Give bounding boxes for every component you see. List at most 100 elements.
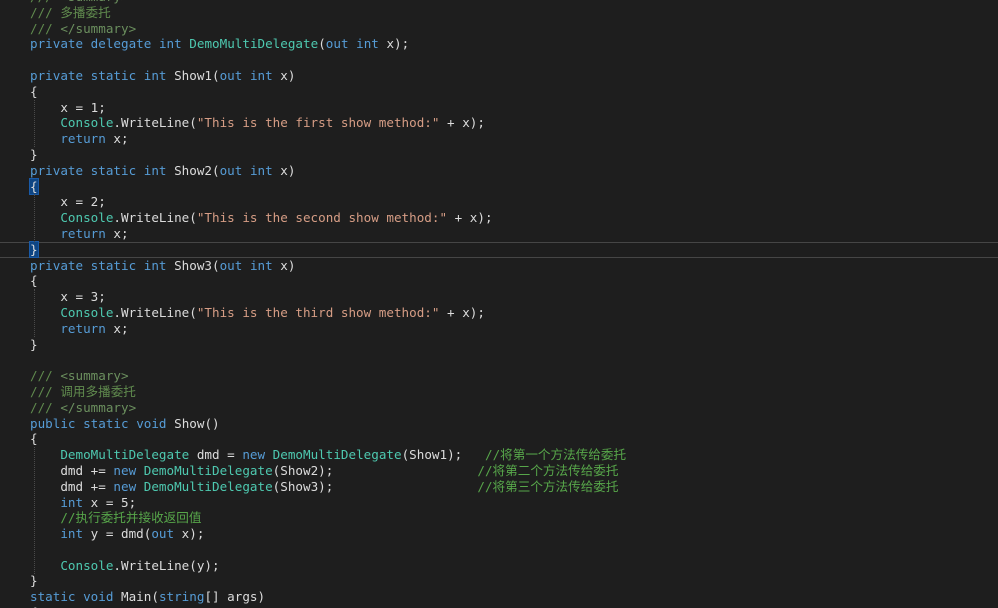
code-token: new <box>242 447 266 463</box>
code-editor[interactable]: /// <summary>/// 多播委托/// </summary>priva… <box>0 0 998 608</box>
code-line[interactable]: /// 调用多播委托 <box>0 384 998 400</box>
code-line[interactable]: x = 1; <box>0 100 998 116</box>
code-token: private <box>30 257 84 273</box>
code-line[interactable]: private static int Show1(out int x) <box>0 68 998 84</box>
code-line[interactable]: private static int Show2(out int x) <box>0 163 998 179</box>
code-line[interactable]: { <box>0 273 998 289</box>
code-token: { <box>30 83 38 99</box>
code-token: Show3( <box>166 257 220 273</box>
code-line[interactable]: dmd += new DemoMultiDelegate(Show3); //将… <box>0 479 998 495</box>
code-line[interactable]: private delegate int DemoMultiDelegate(o… <box>0 36 998 52</box>
code-token: out <box>219 162 243 178</box>
code-token: <summary> <box>60 368 129 384</box>
code-token: .WriteLine( <box>113 115 197 131</box>
code-line[interactable]: private static int Show3(out int x) <box>0 258 998 274</box>
code-line[interactable]: DemoMultiDelegate dmd = new DemoMultiDel… <box>0 447 998 463</box>
code-token: int <box>249 67 273 83</box>
code-token: { <box>30 273 38 289</box>
code-token: .WriteLine(y); <box>113 557 220 573</box>
code-token: dmd = <box>189 447 243 463</box>
code-line[interactable]: { <box>0 84 998 100</box>
code-token: string <box>158 589 205 605</box>
code-token: x = 2; <box>30 194 106 210</box>
code-line[interactable]: ​ <box>0 352 998 368</box>
code-token: int <box>356 36 379 52</box>
code-line[interactable]: } <box>0 240 998 258</box>
code-line[interactable]: /// </summary> <box>0 21 998 37</box>
code-token: Console <box>60 210 114 226</box>
code-token: static <box>30 589 76 605</box>
code-token: (Show2); <box>272 462 478 478</box>
indent-guide <box>34 194 36 242</box>
code-token: DemoMultiDelegate <box>60 447 190 463</box>
code-token: private <box>30 36 84 52</box>
code-token: + x); <box>447 210 493 226</box>
code-line[interactable]: Console.WriteLine("This is the third sho… <box>0 305 998 321</box>
code-token: .WriteLine( <box>113 210 197 226</box>
code-token: x) <box>272 257 296 273</box>
code-line[interactable]: x = 2; <box>0 194 998 210</box>
code-line[interactable]: Console.WriteLine(y); <box>0 558 998 574</box>
code-token: static <box>83 415 129 431</box>
code-token: Console <box>60 115 114 131</box>
code-token: } <box>30 573 38 589</box>
code-token: Show() <box>166 415 220 431</box>
code-line[interactable]: } <box>0 147 998 163</box>
code-token: /// 调用多播委托 <box>30 383 136 399</box>
code-line[interactable]: Console.WriteLine("This is the second sh… <box>0 210 998 226</box>
code-token: Main( <box>113 589 159 605</box>
code-token: Show1( <box>166 67 220 83</box>
code-line[interactable]: { <box>0 177 998 195</box>
code-line[interactable]: int x = 5; <box>0 495 998 511</box>
code-token: (Show1); <box>401 447 485 463</box>
code-line[interactable]: ​ <box>0 542 998 558</box>
code-token: /// <box>30 20 61 36</box>
code-line[interactable]: } <box>0 573 998 589</box>
code-line[interactable]: dmd += new DemoMultiDelegate(Show2); //将… <box>0 463 998 479</box>
code-line[interactable]: return x; <box>0 226 998 242</box>
code-line[interactable]: return x; <box>0 321 998 337</box>
code-line[interactable]: return x; <box>0 131 998 147</box>
code-line[interactable]: x = 3; <box>0 289 998 305</box>
code-token: out <box>219 67 243 83</box>
code-token: int <box>249 162 273 178</box>
code-token: return <box>60 225 106 241</box>
code-token: int <box>143 162 167 178</box>
code-line[interactable]: } <box>0 337 998 353</box>
code-token: out <box>325 36 349 52</box>
code-token: x); <box>174 526 205 542</box>
code-token: x) <box>272 162 296 178</box>
code-token: { <box>30 431 38 447</box>
code-token: int <box>143 67 167 83</box>
code-token: DemoMultiDelegate <box>143 478 273 494</box>
code-token: DemoMultiDelegate <box>143 462 273 478</box>
code-line[interactable]: public static void Show() <box>0 416 998 432</box>
code-token: "This is the first show method:" <box>196 115 440 131</box>
code-lines[interactable]: /// <summary>/// 多播委托/// </summary>priva… <box>0 0 998 608</box>
code-line[interactable]: { <box>0 431 998 447</box>
code-token: <summary> <box>60 0 128 4</box>
code-line[interactable]: static void Main(string[] args) <box>0 589 998 605</box>
code-line[interactable]: Console.WriteLine("This is the first sho… <box>0 115 998 131</box>
code-token: return <box>60 131 106 147</box>
code-token: void <box>83 589 114 605</box>
code-line[interactable]: ​ <box>0 52 998 68</box>
code-token: x = 3; <box>30 289 106 305</box>
code-token: .WriteLine( <box>113 304 197 320</box>
code-token: x); <box>378 36 410 52</box>
code-line[interactable]: /// 多播委托 <box>0 5 998 21</box>
code-token: /// <box>30 399 61 415</box>
code-line[interactable]: //执行委托并接收返回值 <box>0 510 998 526</box>
code-token: } <box>30 146 38 162</box>
code-line[interactable]: /// <summary> <box>0 368 998 384</box>
code-line[interactable]: /// </summary> <box>0 400 998 416</box>
code-line[interactable]: int y = dmd(out x); <box>0 526 998 542</box>
